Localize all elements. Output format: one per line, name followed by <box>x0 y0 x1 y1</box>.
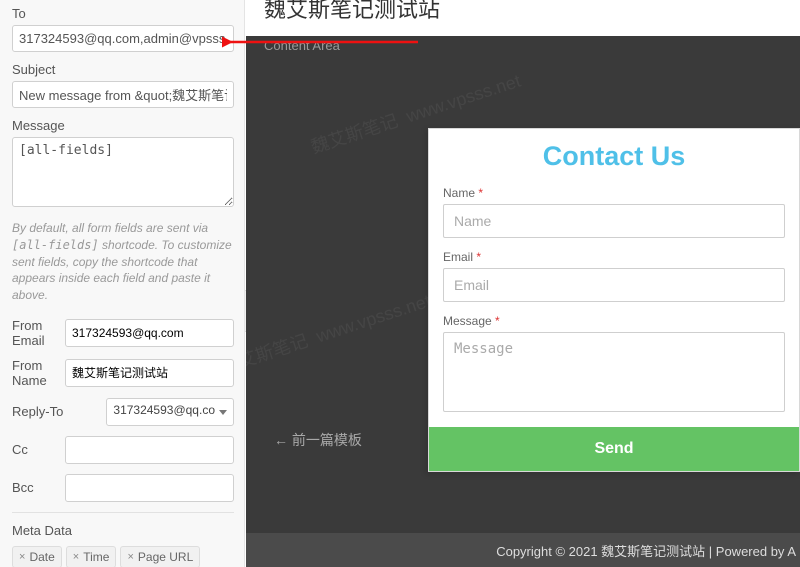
previous-template-link[interactable]: ← 前一篇模板 <box>274 430 362 450</box>
meta-tag[interactable]: ×Date <box>12 546 62 567</box>
subject-input[interactable] <box>12 81 234 108</box>
remove-icon: × <box>127 551 133 563</box>
message-field-block: Message <box>12 118 234 210</box>
remove-icon: × <box>73 551 79 563</box>
contact-email-label: Email <box>443 250 473 264</box>
reply-to-row: Reply-To 317324593@qq.co <box>12 398 234 426</box>
to-label: To <box>12 6 234 21</box>
to-field-block: To <box>12 6 234 52</box>
subject-field-block: Subject <box>12 62 234 108</box>
site-title: 魏艾斯笔记测试站 <box>246 0 800 36</box>
to-input[interactable] <box>12 25 234 52</box>
page-preview: 魏艾斯笔记 www.vpsss.net 魏艾斯笔记 www.vpsss.net … <box>246 0 800 567</box>
subject-label: Subject <box>12 62 234 77</box>
help-text: By default, all form fields are sent via… <box>12 220 234 304</box>
from-name-label: From Name <box>12 358 65 388</box>
contact-message-label: Message <box>443 314 492 328</box>
reply-to-select[interactable]: 317324593@qq.co <box>106 398 234 426</box>
meta-tag[interactable]: ×Time <box>66 546 117 567</box>
message-textarea[interactable] <box>12 137 234 207</box>
contact-name-label: Name <box>443 186 475 200</box>
contact-form-card: Contact Us Name * Email * Message * Send <box>428 128 800 472</box>
cc-row: Cc <box>12 436 234 464</box>
chevron-down-icon <box>219 410 227 415</box>
watermark-text: 魏艾斯笔记 www.vpsss.net <box>246 287 434 379</box>
reply-to-value: 317324593@qq.co <box>113 403 215 417</box>
send-button[interactable]: Send <box>429 427 799 471</box>
from-email-row: From Email <box>12 318 234 348</box>
contact-email-field: Email * <box>429 250 799 314</box>
from-email-label: From Email <box>12 318 65 348</box>
meta-data-title: Meta Data <box>12 523 234 538</box>
cc-label: Cc <box>12 442 65 457</box>
divider <box>12 512 234 513</box>
contact-name-field: Name * <box>429 186 799 250</box>
required-icon: * <box>478 186 483 200</box>
contact-title: Contact Us <box>429 129 799 186</box>
contact-email-input[interactable] <box>443 268 785 302</box>
footer-text: Copyright © 2021 魏艾斯笔记测试站 | Powered by A <box>246 533 800 567</box>
from-name-input[interactable] <box>65 359 234 387</box>
message-label: Message <box>12 118 234 133</box>
bcc-label: Bcc <box>12 480 65 495</box>
meta-tags: ×Date×Time×Page URL×User Agent×Remote IP… <box>12 546 234 567</box>
bcc-input[interactable] <box>65 474 234 502</box>
email-settings-panel: To Subject Message By default, all form … <box>0 0 245 567</box>
required-icon: * <box>495 314 500 328</box>
required-icon: * <box>476 250 481 264</box>
contact-message-field: Message * <box>429 314 799 427</box>
from-name-row: From Name <box>12 358 234 388</box>
remove-icon: × <box>19 551 25 563</box>
contact-name-input[interactable] <box>443 204 785 238</box>
content-area-label: Content Area <box>264 38 340 53</box>
cc-input[interactable] <box>65 436 234 464</box>
from-email-input[interactable] <box>65 319 234 347</box>
contact-message-textarea[interactable] <box>443 332 785 412</box>
bcc-row: Bcc <box>12 474 234 502</box>
meta-tag[interactable]: ×Page URL <box>120 546 200 567</box>
reply-to-label: Reply-To <box>12 404 106 419</box>
